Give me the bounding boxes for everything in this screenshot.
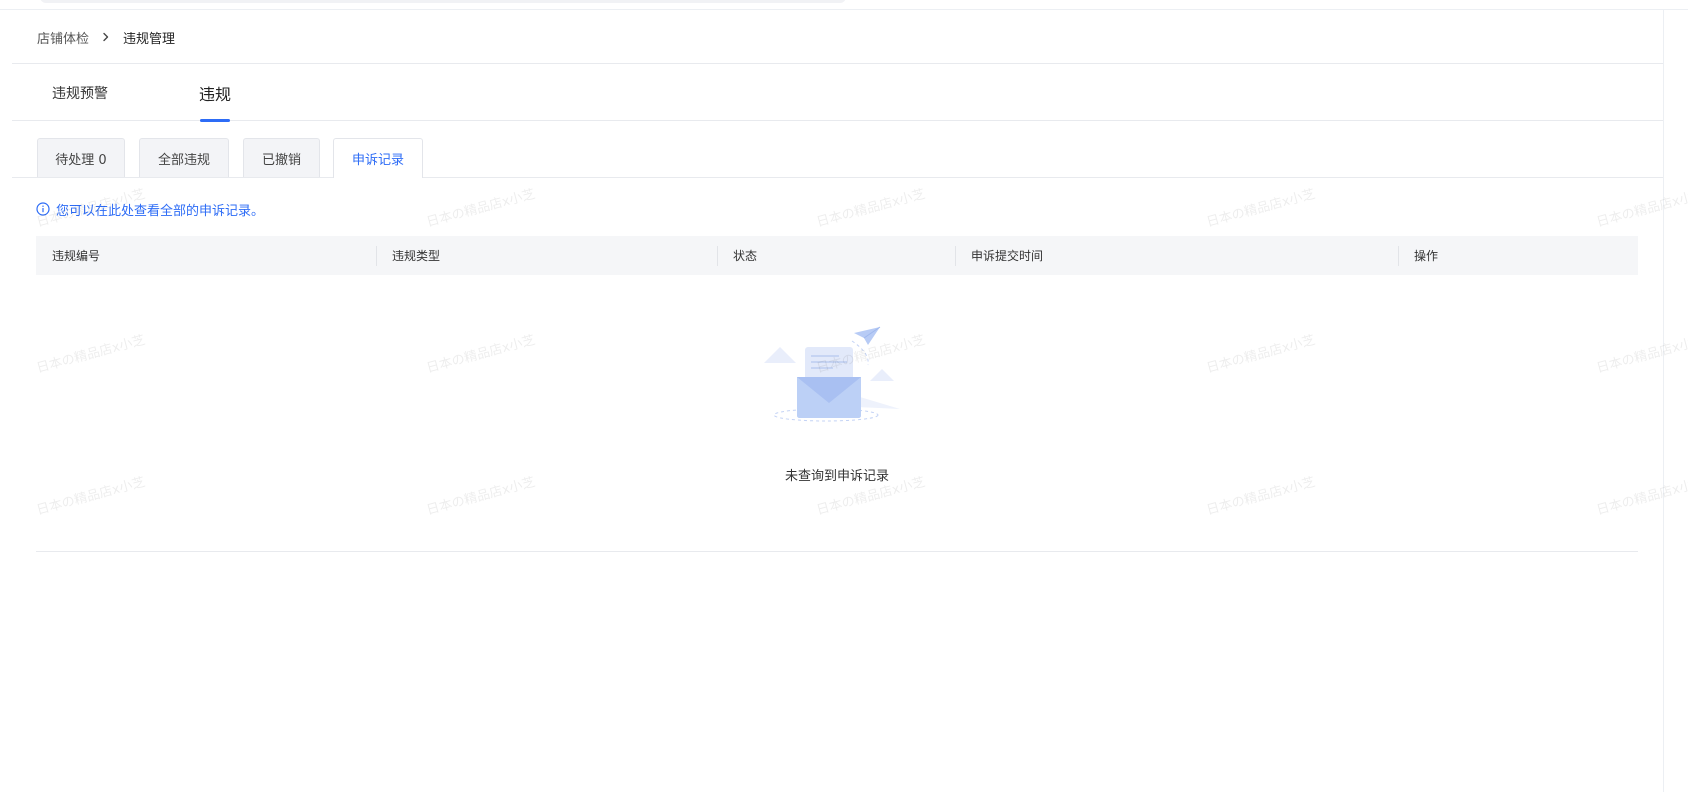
column-header-actions: 操作 xyxy=(1398,236,1638,275)
appeal-records-table: 违规编号 违规类型 状态 申诉提交时间 操作 xyxy=(36,236,1638,275)
subtab-pending[interactable]: 待处理 0 xyxy=(37,138,125,177)
column-header-appeal-submit-time: 申诉提交时间 xyxy=(955,236,1398,275)
subtab-label: 已撤销 xyxy=(261,152,301,168)
empty-mail-icon xyxy=(760,325,920,435)
search-bar-edge[interactable] xyxy=(40,0,846,3)
page-root: 店铺体检 违规管理 违规预警 违规 待处理 0 全部违规 已撤销 申诉记录 您可… xyxy=(0,0,1688,792)
column-header-violation-type: 违规类型 xyxy=(376,236,717,275)
subtab-label: 申诉记录 xyxy=(351,153,404,168)
tab-label: 违规预警 xyxy=(52,85,108,102)
content-right-border xyxy=(1663,10,1664,792)
subtab-appeal-records[interactable]: 申诉记录 xyxy=(333,138,423,178)
table-header: 违规编号 违规类型 状态 申诉提交时间 操作 xyxy=(36,236,1638,275)
watermark: 日本の精品店x小芝 xyxy=(1205,186,1317,231)
subtab-revoked[interactable]: 已撤销 xyxy=(243,138,320,177)
active-tab-indicator xyxy=(200,119,231,122)
breadcrumb-item-violation-management: 违规管理 xyxy=(123,31,176,47)
chevron-right-icon xyxy=(99,30,113,44)
column-header-violation-id: 违规编号 xyxy=(52,249,101,263)
tab-violations[interactable]: 违规 xyxy=(199,64,232,122)
main-tabs: 违规预警 违规 xyxy=(12,64,1663,122)
sub-tabs: 待处理 0 全部违规 已撤销 申诉记录 xyxy=(12,138,1663,178)
empty-state: 未查询到申诉记录 xyxy=(36,275,1638,552)
watermark: 日本の精品店x小芝 xyxy=(425,186,537,231)
subtab-all-violations[interactable]: 全部违规 xyxy=(139,138,229,177)
info-tip: 您可以在此处查看全部的申诉记录。 xyxy=(36,200,265,219)
breadcrumb: 店铺体检 违规管理 xyxy=(37,28,176,47)
tab-label: 违规 xyxy=(199,84,232,104)
subtab-label: 全部违规 xyxy=(157,152,210,168)
subtab-label: 待处理 0 xyxy=(55,152,107,168)
breadcrumb-item-store-checkup[interactable]: 店铺体检 xyxy=(37,28,89,47)
top-bar xyxy=(0,0,1688,10)
empty-state-text: 未查询到申诉记录 xyxy=(784,469,889,484)
watermark: 日本の精品店x小芝 xyxy=(815,186,927,231)
tab-violation-warning[interactable]: 违规预警 xyxy=(52,64,108,121)
column-header-status: 状态 xyxy=(717,236,955,275)
watermark: 日本の精品店x小芝 xyxy=(1595,186,1688,231)
info-tip-text: 您可以在此处查看全部的申诉记录。 xyxy=(56,203,265,219)
info-icon xyxy=(36,202,50,216)
